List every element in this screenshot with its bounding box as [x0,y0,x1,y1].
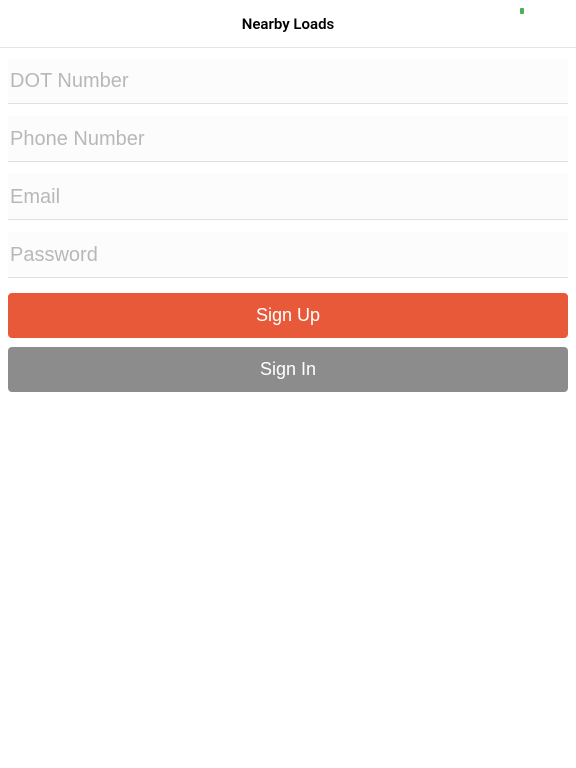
email-input[interactable] [8,174,568,220]
page-title: Nearby Loads [242,15,334,33]
signin-button[interactable]: Sign In [8,347,568,392]
password-input[interactable] [8,232,568,278]
signup-button[interactable]: Sign Up [8,293,568,338]
signup-form: Sign Up Sign In [0,48,576,392]
dot-number-input[interactable] [8,58,568,104]
battery-indicator [520,8,524,14]
header-bar: Nearby Loads [0,0,576,48]
phone-number-input[interactable] [8,116,568,162]
